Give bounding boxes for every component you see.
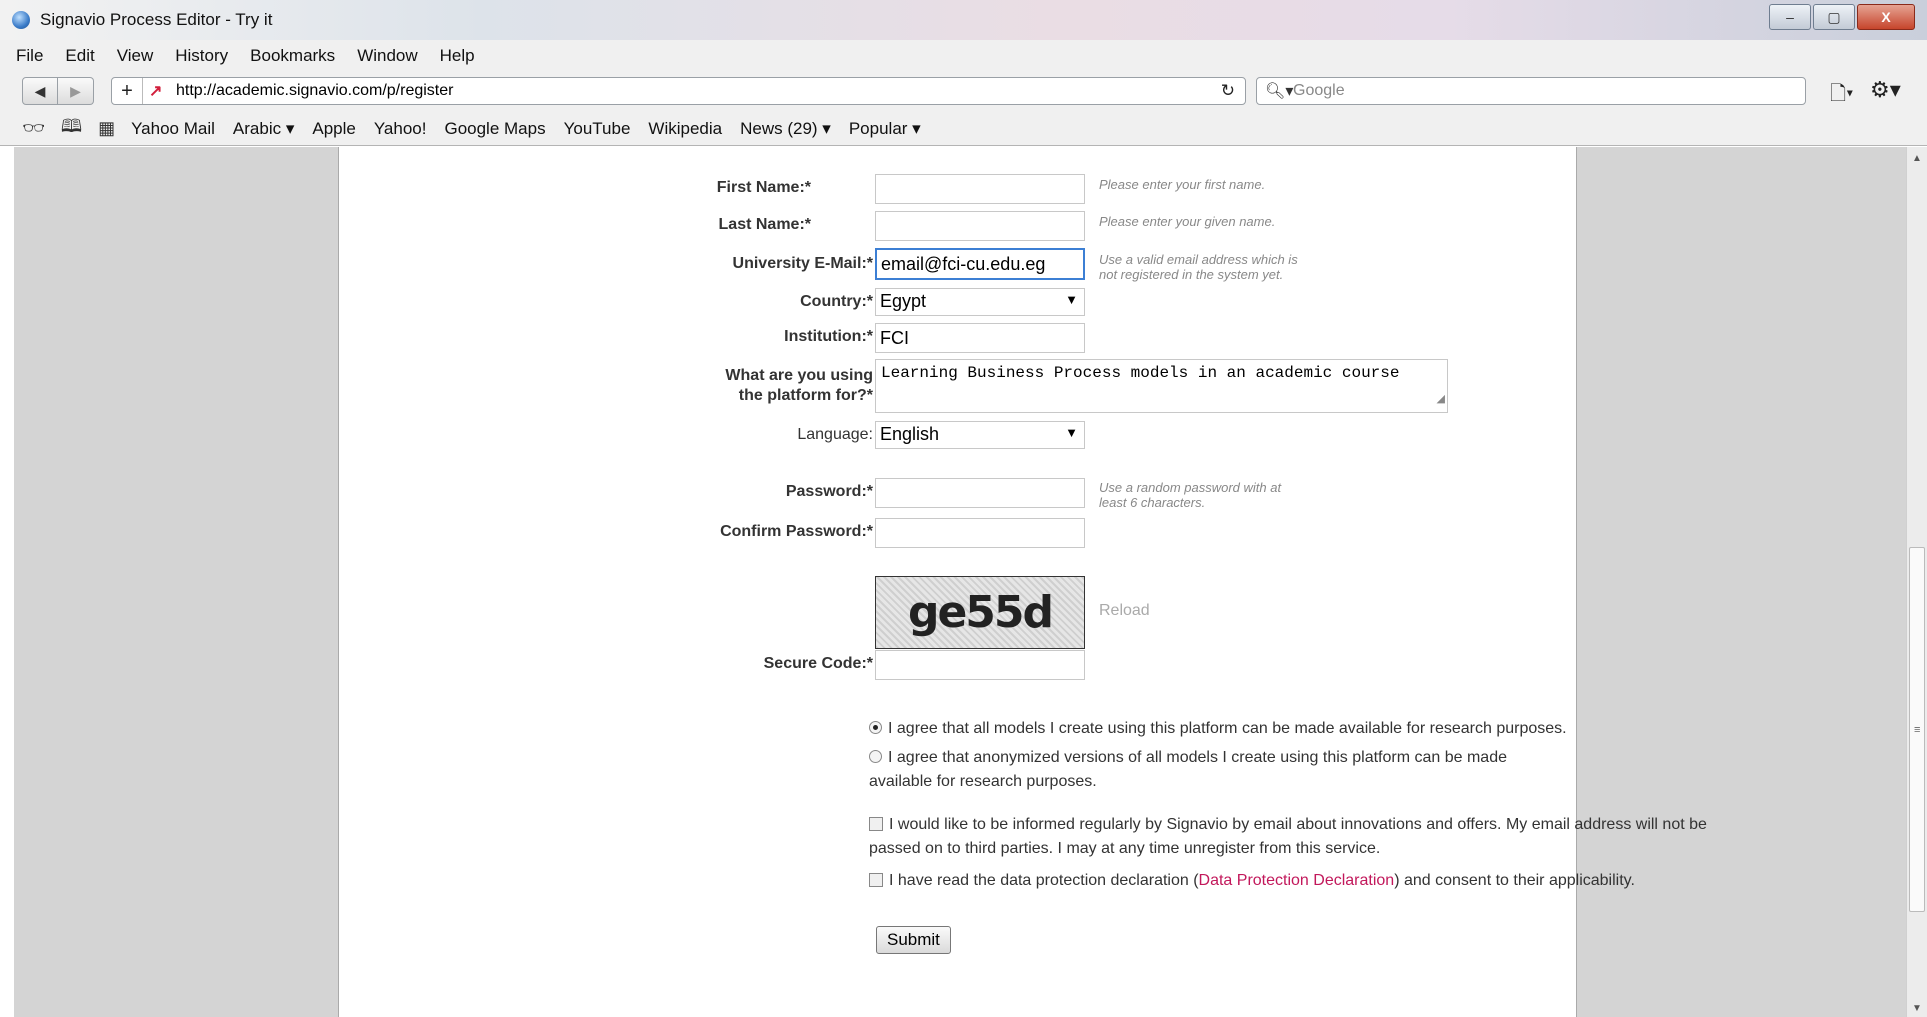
window-controls: – ▢ X (1767, 4, 1915, 30)
menu-help[interactable]: Help (440, 46, 475, 66)
captcha-reload-link[interactable]: Reload (1099, 602, 1150, 620)
vertical-scrollbar[interactable]: ▲ ≡ ▼ (1906, 147, 1927, 1017)
bookmark-yahoo[interactable]: Yahoo! (374, 119, 427, 139)
page-menu-icon[interactable]: 🗋▾ (1830, 79, 1853, 113)
menu-history[interactable]: History (175, 46, 228, 66)
newsletter-option[interactable]: I would like to be informed regularly by… (869, 813, 1739, 861)
minimize-button[interactable]: – (1769, 4, 1811, 30)
bookmark-popular[interactable]: Popular ▾ (849, 119, 921, 139)
email-label: University E-Mail:* (732, 255, 873, 272)
password-hint: Use a random password with at least 6 ch… (1099, 480, 1282, 510)
anonymized-radio[interactable] (869, 750, 882, 763)
institution-label: Institution:* (784, 328, 873, 345)
registration-form: First Name:* Please enter your first nam… (338, 147, 1707, 1017)
chevron-down-icon: ▼ (1065, 292, 1078, 307)
institution-input[interactable] (875, 323, 1085, 353)
menu-bookmarks[interactable]: Bookmarks (250, 46, 335, 66)
data-protection-label-after: ) and consent to their applicability. (1394, 872, 1635, 889)
secure-code-input[interactable] (875, 650, 1085, 680)
window-titlebar: Signavio Process Editor - Try it – ▢ X (0, 0, 1927, 41)
language-select[interactable]: English ▼ (875, 421, 1085, 449)
chevron-down-icon: ▼ (1065, 425, 1078, 440)
country-select[interactable]: Egypt ▼ (875, 288, 1085, 316)
bookmark-yahoo-mail[interactable]: Yahoo Mail (131, 119, 215, 139)
close-button[interactable]: X (1857, 4, 1915, 30)
back-button[interactable]: ◀ (22, 77, 58, 105)
maximize-button[interactable]: ▢ (1813, 4, 1855, 30)
top-sites-grid-icon[interactable]: ▦ (98, 118, 115, 139)
data-protection-checkbox[interactable] (869, 873, 883, 887)
captcha-text: ge55d (907, 587, 1054, 638)
bookmark-apple[interactable]: Apple (312, 119, 355, 139)
navigation-bar: ◀ ▶ + ↗ http://academic.signavio.com/p/r… (0, 72, 1927, 112)
confirm-password-label: Confirm Password:* (720, 523, 873, 540)
menu-file[interactable]: File (16, 46, 43, 66)
country-value: Egypt (880, 291, 927, 311)
bookmark-news[interactable]: News (29) ▾ (740, 119, 831, 139)
bookmark-wikipedia[interactable]: Wikipedia (648, 119, 722, 139)
bookmark-youtube[interactable]: YouTube (564, 119, 631, 139)
scrollbar-thumb[interactable]: ≡ (1909, 547, 1925, 912)
window-title: Signavio Process Editor - Try it (40, 10, 273, 29)
email-hint: Use a valid email address which is not r… (1099, 252, 1298, 282)
secure-code-label: Secure Code:* (763, 655, 873, 672)
anonymized-radio-option[interactable]: I agree that anonymized versions of all … (869, 746, 1569, 794)
search-icon[interactable]: 🔍︎▾ (1265, 81, 1293, 101)
search-placeholder: Google (1293, 82, 1345, 99)
bookmarks-book-icon[interactable]: 🕮 (61, 114, 82, 144)
scroll-grip-icon: ≡ (1914, 724, 1921, 736)
forward-button[interactable]: ▶ (58, 77, 94, 105)
reload-icon[interactable]: ↻ (1221, 81, 1235, 101)
history-buttons: ◀ ▶ (22, 77, 94, 105)
submit-button[interactable]: Submit (876, 926, 951, 954)
last-name-label: Last Name:* (718, 216, 811, 233)
first-name-input[interactable] (875, 174, 1085, 204)
data-protection-link[interactable]: Data Protection Declaration (1199, 872, 1395, 889)
purpose-textarea[interactable]: Learning Business Process models in an a… (875, 359, 1448, 413)
bookmark-arabic[interactable]: Arabic ▾ (233, 119, 294, 139)
language-label: Language: (797, 426, 873, 443)
first-name-hint: Please enter your first name. (1099, 177, 1266, 192)
address-bar[interactable]: + ↗ http://academic.signavio.com/p/regis… (111, 77, 1246, 105)
scroll-up-icon[interactable]: ▲ (1912, 153, 1922, 164)
newsletter-label: I would like to be informed regularly by… (869, 816, 1707, 857)
purpose-label-line1: What are you using (725, 367, 873, 384)
add-bookmark-button[interactable]: + (112, 78, 143, 104)
last-name-input[interactable] (875, 211, 1085, 241)
password-input[interactable] (875, 478, 1085, 508)
site-favicon-icon: ↗ (149, 83, 163, 100)
research-radio-label: I agree that all models I create using t… (888, 720, 1567, 737)
reading-list-icon[interactable]: 👓︎ (22, 118, 45, 139)
page-viewport: First Name:* Please enter your first nam… (14, 147, 1906, 1017)
data-protection-option[interactable]: I have read the data protection declarat… (869, 869, 1739, 893)
url-text[interactable]: http://academic.signavio.com/p/register (176, 82, 453, 100)
search-field[interactable]: 🔍︎▾ Google (1256, 77, 1806, 105)
research-radio[interactable] (869, 721, 882, 734)
password-label: Password:* (785, 483, 873, 500)
menu-view[interactable]: View (117, 46, 154, 66)
country-label: Country:* (800, 293, 873, 310)
anonymized-radio-label: I agree that anonymized versions of all … (869, 749, 1507, 790)
research-radio-option[interactable]: I agree that all models I create using t… (869, 717, 1569, 741)
newsletter-checkbox[interactable] (869, 817, 883, 831)
purpose-text: Learning Business Process models in an a… (881, 364, 1400, 382)
browser-app-icon (12, 11, 30, 29)
confirm-password-input[interactable] (875, 518, 1085, 548)
captcha-image: ge55d (875, 576, 1085, 649)
bookmark-google-maps[interactable]: Google Maps (444, 119, 545, 139)
data-protection-label-before: I have read the data protection declarat… (889, 872, 1199, 889)
scroll-down-icon[interactable]: ▼ (1912, 1003, 1922, 1014)
menu-window[interactable]: Window (357, 46, 417, 66)
menu-bar: File Edit View History Bookmarks Window … (0, 40, 1927, 72)
resize-grip-icon[interactable]: ◢ (1437, 390, 1445, 411)
language-value: English (880, 424, 940, 444)
email-input[interactable] (875, 248, 1085, 280)
first-name-label: First Name:* (716, 179, 811, 196)
menu-edit[interactable]: Edit (65, 46, 94, 66)
bookmarks-bar: 👓︎ 🕮 ▦ Yahoo Mail Arabic ▾ Apple Yahoo! … (0, 112, 1927, 146)
gear-icon[interactable]: ⚙▾ (1870, 77, 1901, 103)
purpose-label-line2: the platform for?* (738, 387, 873, 404)
last-name-hint: Please enter your given name. (1099, 214, 1276, 229)
